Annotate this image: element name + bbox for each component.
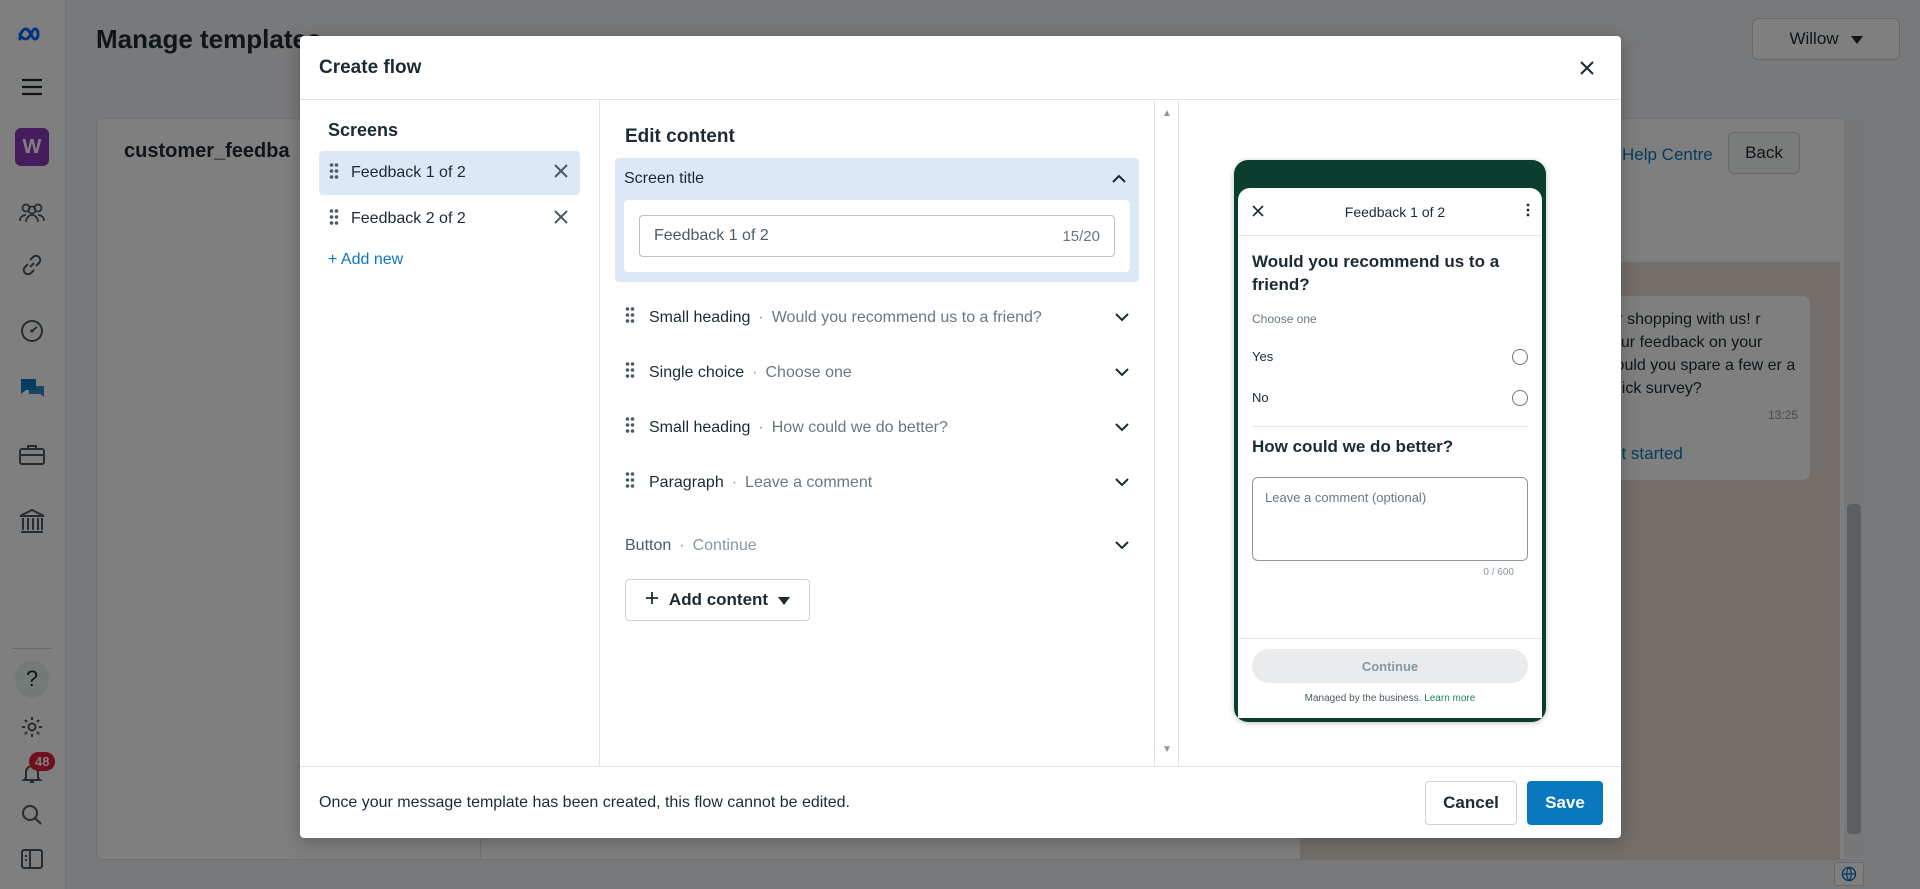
save-button[interactable]: Save xyxy=(1527,780,1603,825)
add-content-label: Add content xyxy=(668,590,769,609)
more-vertical-icon xyxy=(1526,203,1530,220)
create-flow-dialog: Create flow Screens Feedback 1 of 2 Feed… xyxy=(300,36,1621,838)
chevron-down-icon[interactable] xyxy=(1115,364,1129,382)
add-content-button[interactable]: Add content xyxy=(625,579,810,621)
preview-char-count: 0 / 600 xyxy=(1483,567,1514,578)
scroll-up-arrow-icon[interactable]: ▲ xyxy=(1162,108,1172,119)
content-row-value: Leave a comment xyxy=(745,473,873,491)
content-row-small-heading-2[interactable]: Small heading · How could we do better? xyxy=(615,400,1139,455)
caret-down-icon xyxy=(778,590,791,610)
edit-panel-scrollbar[interactable]: ▲ ▼ xyxy=(1155,100,1179,766)
content-row-kind: Small heading xyxy=(649,308,751,326)
chevron-up-icon[interactable] xyxy=(1112,170,1126,188)
screens-heading: Screens xyxy=(328,120,399,140)
preview-question-2: How could we do better? xyxy=(1252,437,1454,456)
preview-comment-textarea: Leave a comment (optional) xyxy=(1252,477,1528,561)
drag-handle-icon[interactable] xyxy=(329,208,339,231)
preview-hint: Choose one xyxy=(1252,312,1317,326)
edit-content-panel: Edit content Screen title Feedback 1 of … xyxy=(600,100,1155,766)
radio-icon xyxy=(1512,348,1528,365)
drag-handle-icon[interactable] xyxy=(625,306,635,329)
preview-question: Would you recommend us to a friend? xyxy=(1252,252,1500,294)
add-new-screen-link[interactable]: + Add new xyxy=(328,251,580,269)
close-button[interactable] xyxy=(1571,52,1603,84)
screen-title-header[interactable]: Screen title xyxy=(624,158,1130,200)
preview-continue-button: Continue xyxy=(1252,649,1528,683)
flow-sheet-header: Feedback 1 of 2 xyxy=(1238,188,1542,236)
remove-screen-icon[interactable] xyxy=(554,163,568,183)
content-row-kind: Paragraph xyxy=(649,473,724,491)
radio-icon xyxy=(1512,389,1528,406)
content-row-value: Choose one xyxy=(765,363,852,381)
preview-option-yes: Yes xyxy=(1238,336,1542,377)
chevron-down-icon[interactable] xyxy=(1115,474,1129,492)
content-row-button[interactable]: Button · Continue xyxy=(615,518,1139,573)
drag-handle-icon[interactable] xyxy=(329,162,339,185)
screen-title-label: Screen title xyxy=(624,170,705,187)
edit-content-heading: Edit content xyxy=(625,126,735,147)
dialog-header: Create flow xyxy=(300,36,1621,100)
preview-managed-note: Managed by the business. Learn more xyxy=(1304,693,1476,704)
screen-item-feedback-2[interactable]: Feedback 2 of 2 xyxy=(319,197,580,241)
dialog-footer: Once your message template has been crea… xyxy=(300,766,1621,838)
screen-item-label: Feedback 1 of 2 xyxy=(351,164,466,181)
content-row-small-heading-1[interactable]: Small heading · Would you recommend us t… xyxy=(615,290,1139,345)
preview-option-no: No xyxy=(1238,377,1542,418)
content-row-paragraph[interactable]: Paragraph · Leave a comment xyxy=(615,455,1139,510)
footer-note: Once your message template has been crea… xyxy=(319,793,850,811)
chevron-down-icon[interactable] xyxy=(1115,537,1129,555)
screen-title-value: Feedback 1 of 2 xyxy=(654,227,769,244)
dialog-body: Screens Feedback 1 of 2 Feedback 2 of 2 xyxy=(300,100,1621,766)
content-row-kind: Small heading xyxy=(649,418,751,436)
content-row-kind: Single choice xyxy=(649,363,745,381)
drag-handle-icon[interactable] xyxy=(625,471,635,494)
option-label: No xyxy=(1252,390,1269,405)
flow-sheet-footer: Continue Managed by the business. Learn … xyxy=(1238,638,1542,718)
scroll-down-arrow-icon[interactable]: ▼ xyxy=(1162,744,1172,755)
content-row-value: Continue xyxy=(692,536,757,554)
screens-panel: Screens Feedback 1 of 2 Feedback 2 of 2 xyxy=(300,100,600,766)
phone-preview: Feedback 1 of 2 Would you recommend us t… xyxy=(1234,160,1546,722)
screen-title-section: Screen title Feedback 1 of 2 15/20 xyxy=(615,158,1139,282)
cancel-button[interactable]: Cancel xyxy=(1425,780,1517,825)
preview-panel: Feedback 1 of 2 Would you recommend us t… xyxy=(1180,100,1621,766)
remove-screen-icon[interactable] xyxy=(554,209,568,229)
screen-item-label: Feedback 2 of 2 xyxy=(351,210,466,227)
chevron-down-icon[interactable] xyxy=(1115,309,1129,327)
learn-more-link: Learn more xyxy=(1424,693,1476,704)
screen-title-char-count: 15/20 xyxy=(1062,227,1100,245)
content-row-kind: Button xyxy=(625,536,672,554)
screen-item-feedback-1[interactable]: Feedback 1 of 2 xyxy=(319,151,580,195)
drag-handle-icon[interactable] xyxy=(625,416,635,439)
content-row-value: How could we do better? xyxy=(771,418,948,436)
flow-screen-title: Feedback 1 of 2 xyxy=(1344,203,1446,220)
content-row-value: Would you recommend us to a friend? xyxy=(771,308,1042,326)
option-label: Yes xyxy=(1252,349,1274,364)
dialog-title: Create flow xyxy=(319,56,422,78)
chevron-down-icon[interactable] xyxy=(1115,419,1129,437)
content-row-single-choice[interactable]: Single choice · Choose one xyxy=(615,345,1139,400)
plus-icon xyxy=(645,590,659,610)
screen-title-input[interactable]: Feedback 1 of 2 15/20 xyxy=(639,215,1115,257)
close-icon xyxy=(1580,60,1594,75)
close-icon xyxy=(1252,204,1264,220)
flow-sheet: Feedback 1 of 2 Would you recommend us t… xyxy=(1238,188,1542,718)
drag-handle-icon[interactable] xyxy=(625,361,635,384)
